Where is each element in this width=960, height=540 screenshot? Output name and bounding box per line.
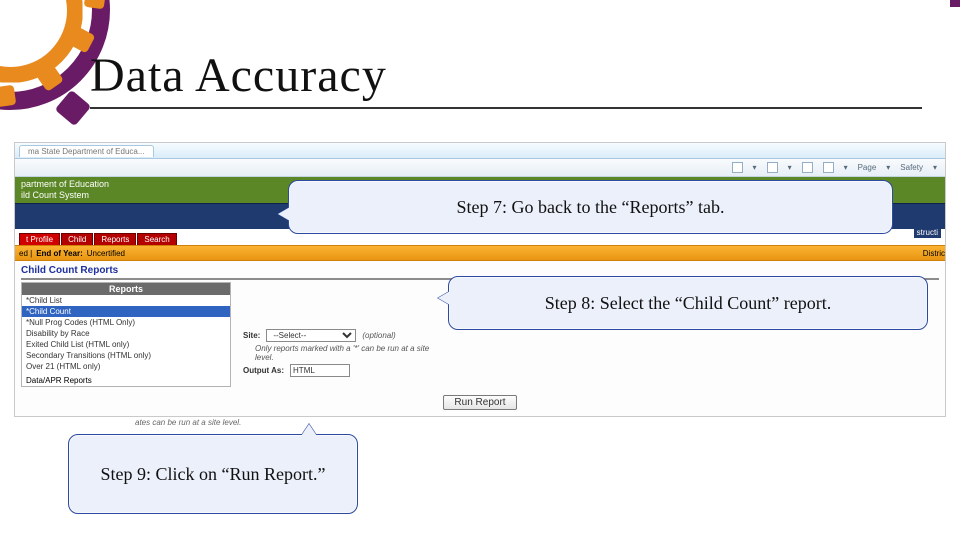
run-report-button[interactable]: Run Report [443, 395, 516, 410]
callout-tail [438, 291, 450, 305]
report-item[interactable]: *Child List [22, 295, 230, 306]
accent-bar [950, 0, 960, 7]
report-item-selected[interactable]: *Child Count [22, 306, 230, 317]
callout-tail [278, 207, 290, 221]
site-select[interactable]: --Select-- [266, 329, 356, 342]
toolbar-sep: ▾ [753, 163, 757, 172]
callout-tail [301, 424, 317, 436]
callout-text: Step 7: Go back to the “Reports” tab. [457, 197, 725, 217]
report-list-header: Reports [22, 283, 230, 295]
status-label: End of Year: [36, 249, 83, 258]
output-label: Output As: [243, 366, 284, 375]
toolbar-safety[interactable]: Safety [900, 163, 923, 172]
report-section-item[interactable]: Data/APR Reports [22, 375, 230, 386]
status-right: Distric [923, 249, 945, 258]
optional-note: (optional) [362, 331, 395, 340]
browser-toolbar: ▾ ▾ ▾ Page ▾ Safety ▾ [15, 159, 945, 177]
callout-text: Step 8: Select the “Child Count” report. [545, 293, 831, 313]
page-title: Data Accuracy [90, 48, 922, 103]
tab-reports[interactable]: Reports [94, 233, 136, 245]
toolbar-sep: ▾ [844, 163, 848, 172]
home-icon[interactable] [732, 162, 743, 173]
report-item[interactable]: Secondary Transitions (HTML only) [22, 350, 230, 361]
status-divider: ed | [19, 249, 32, 258]
site-note: Only reports marked with a '*' can be ru… [255, 344, 435, 362]
toolbar-page[interactable]: Page [858, 163, 877, 172]
title-area: Data Accuracy [90, 48, 922, 109]
status-value: Uncertified [87, 249, 125, 258]
callout-text: Step 9: Click on “Run Report.” [101, 462, 326, 486]
callout-step-9: Step 9: Click on “Run Report.” [68, 434, 358, 514]
tab-child[interactable]: Child [61, 233, 93, 245]
report-item[interactable]: Over 21 (HTML only) [22, 361, 230, 372]
browser-tab[interactable]: ma State Department of Educa... [19, 145, 154, 157]
tab-search[interactable]: Search [137, 233, 176, 245]
tab-profile[interactable]: t Profile [19, 233, 60, 245]
mail-icon[interactable] [802, 162, 813, 173]
report-item[interactable]: *Null Prog Codes (HTML Only) [22, 317, 230, 328]
callout-step-7: Step 7: Go back to the “Reports” tab. [288, 180, 893, 234]
toolbar-sep: ▾ [788, 163, 792, 172]
report-item[interactable]: Exited Child List (HTML only) [22, 339, 230, 350]
print-icon[interactable] [823, 162, 834, 173]
site-label: Site: [243, 331, 260, 340]
status-bar: ed | End of Year: Uncertified Distric [15, 245, 945, 261]
feed-icon[interactable] [767, 162, 778, 173]
toolbar-sep: ▾ [933, 163, 937, 172]
footer-note: ates can be run at a site level. [135, 418, 945, 427]
browser-tab-row: ma State Department of Educa... [15, 143, 945, 159]
toolbar-sep: ▾ [886, 163, 890, 172]
tab-instructions[interactable]: structi [914, 227, 941, 238]
report-item[interactable]: Disability by Race [22, 328, 230, 339]
report-list: Reports *Child List *Child Count *Null P… [21, 282, 231, 387]
output-field[interactable] [290, 364, 350, 377]
callout-step-8: Step 8: Select the “Child Count” report. [448, 276, 928, 330]
